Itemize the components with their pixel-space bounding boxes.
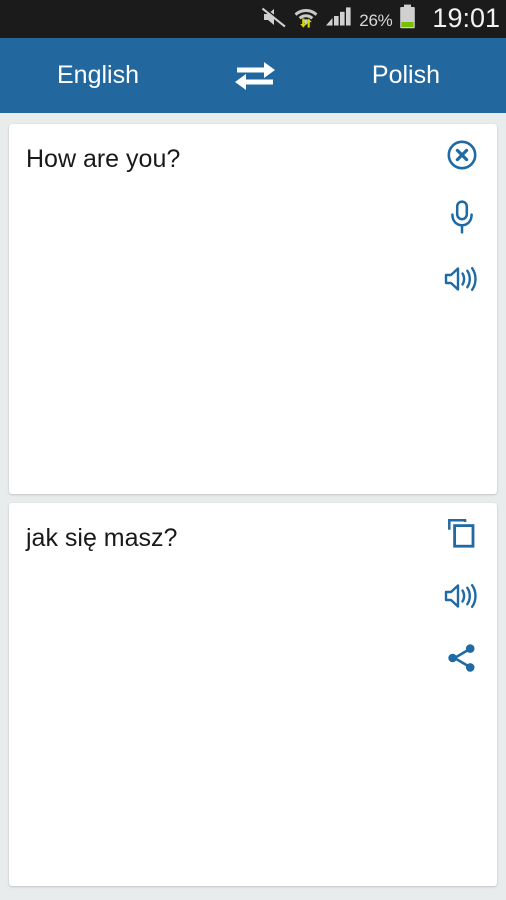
target-actions xyxy=(427,503,497,689)
translated-text-card[interactable]: jak się masz? xyxy=(9,503,497,886)
source-text-input[interactable]: How are you? xyxy=(26,144,426,175)
microphone-icon xyxy=(449,200,475,234)
speak-target-button[interactable] xyxy=(427,565,497,627)
source-language-button[interactable]: English xyxy=(57,63,139,88)
language-bar: English Polish xyxy=(0,38,506,113)
source-text-card[interactable]: How are you? xyxy=(9,124,497,494)
speak-source-button[interactable] xyxy=(427,248,497,310)
status-bar-clock: 19:01 xyxy=(432,2,500,33)
mute-icon xyxy=(261,6,287,33)
voice-input-button[interactable] xyxy=(427,186,497,248)
source-actions xyxy=(427,124,497,310)
wifi-icon xyxy=(294,5,318,33)
battery-percentage-label: 26% xyxy=(359,10,393,30)
cellular-signal-icon xyxy=(325,5,352,33)
share-button[interactable] xyxy=(427,627,497,689)
swap-languages-button[interactable] xyxy=(139,38,372,113)
speaker-icon xyxy=(444,581,480,611)
status-bar-icons: 26% 19:01 xyxy=(261,0,500,38)
copy-button[interactable] xyxy=(427,503,497,565)
status-bar[interactable]: 26% 19:01 xyxy=(0,0,506,38)
battery-icon xyxy=(399,4,416,34)
target-language-button[interactable]: Polish xyxy=(372,63,440,88)
copy-icon xyxy=(447,518,477,550)
speaker-icon xyxy=(444,264,480,294)
clear-button[interactable] xyxy=(427,124,497,186)
translated-text: jak się masz? xyxy=(26,524,178,552)
close-circle-icon xyxy=(446,139,478,171)
swap-horizontal-arrows-icon xyxy=(232,56,278,95)
share-icon xyxy=(446,643,478,673)
